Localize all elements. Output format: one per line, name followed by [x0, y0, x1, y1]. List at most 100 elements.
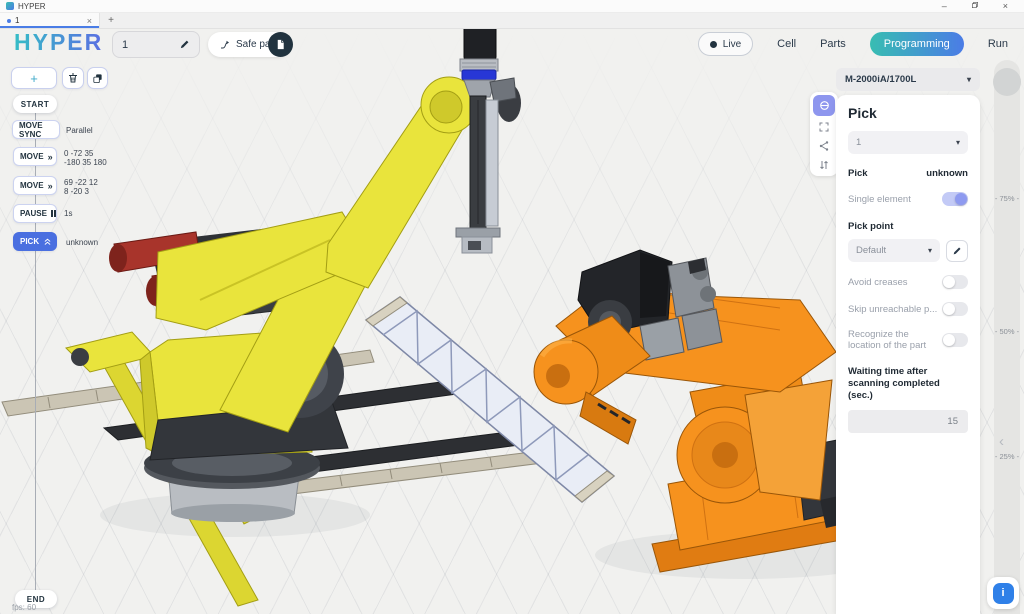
panel-tool-strip — [810, 92, 838, 176]
pencil-icon[interactable] — [179, 39, 190, 50]
tab-programming[interactable]: Programming — [870, 32, 964, 56]
tool-sort-tab[interactable] — [813, 156, 835, 173]
program-name-field[interactable]: 1 — [112, 31, 200, 58]
tab-bar: 1 × + — [0, 13, 1024, 29]
info-button[interactable]: i — [987, 577, 1019, 609]
document-tab[interactable]: 1 × — [0, 13, 100, 28]
close-icon[interactable]: × — [1003, 2, 1008, 11]
step-move-sync[interactable]: MOVE SYNC — [12, 120, 60, 139]
live-label: Live — [723, 39, 741, 50]
step-pick-meta: unknown — [66, 238, 98, 247]
step-pause-label: PAUSE — [20, 209, 47, 218]
tool-expand-tab[interactable] — [813, 118, 835, 135]
pick-number-value: 1 — [856, 137, 861, 148]
report-button[interactable] — [268, 32, 293, 57]
pencil-icon — [952, 246, 962, 256]
program-name-value: 1 — [122, 39, 128, 51]
single-element-label: Single element — [848, 194, 940, 205]
step-move-1[interactable]: MOVE » — [13, 147, 57, 166]
step-pause[interactable]: PAUSE — [13, 204, 57, 223]
double-chevron-right-icon: » — [48, 152, 53, 162]
document-icon — [275, 39, 286, 50]
hyper-logo: HYPER — [14, 29, 103, 56]
tab-run[interactable]: Run — [988, 38, 1008, 50]
robot-model-value: M-2000iA/1700L — [845, 74, 916, 85]
tool-connections-tab[interactable] — [813, 137, 835, 154]
copy-icon — [92, 73, 103, 84]
tab-label: 1 — [15, 16, 19, 25]
recognize-location-toggle[interactable] — [942, 333, 968, 347]
zoom-slider-track[interactable] — [994, 60, 1020, 614]
pause-icon — [51, 210, 57, 217]
tab-parts[interactable]: Parts — [820, 38, 846, 50]
gripper-icon — [818, 99, 831, 112]
delete-step-button[interactable] — [62, 67, 84, 89]
collapse-chevron-icon[interactable]: ‹ — [999, 434, 1004, 449]
tab-close-icon[interactable]: × — [87, 16, 92, 26]
step-move-2[interactable]: MOVE » — [13, 176, 57, 195]
robot-model-select[interactable]: M-2000iA/1700L ▾ — [836, 68, 980, 91]
window-title: HYPER — [18, 2, 46, 11]
pick-number-select[interactable]: 1 ▾ — [848, 131, 968, 154]
avoid-creases-label: Avoid creases — [848, 277, 940, 288]
waiting-time-label: Waiting time after scanning completed (s… — [848, 366, 960, 402]
avoid-creases-row: Avoid creases — [848, 275, 968, 289]
pick-status-value: unknown — [926, 168, 968, 179]
expand-icon — [818, 121, 830, 133]
step-start[interactable]: START — [13, 95, 57, 113]
pick-settings-panel: Pick 1 ▾ Pick unknown Single element Pic… — [836, 95, 980, 614]
panel-title: Pick — [848, 105, 968, 121]
trash-icon — [67, 72, 79, 84]
plus-icon: + — [30, 71, 38, 86]
vertical-tool[interactable] — [456, 16, 516, 253]
info-icon: i — [993, 583, 1014, 604]
live-dot-icon — [710, 41, 717, 48]
step-pause-meta: 1s — [64, 209, 72, 218]
chevron-down-icon: ▾ — [956, 138, 960, 147]
step-move-sync-meta: Parallel — [66, 126, 93, 135]
app-icon — [6, 2, 14, 10]
pick-point-label: Pick point — [848, 221, 968, 233]
waiting-time-input[interactable]: 15 — [848, 410, 968, 433]
step-move-sync-label: MOVE SYNC — [19, 121, 53, 139]
pick-point-select[interactable]: Default ▾ — [848, 239, 940, 262]
zoom-label-25: 25% — [990, 452, 1024, 461]
skip-unreachable-row: Skip unreachable p... — [848, 302, 968, 316]
tool-gripper-tab[interactable] — [813, 95, 835, 116]
add-step-button[interactable]: + — [11, 67, 57, 89]
single-element-toggle[interactable] — [942, 192, 968, 206]
new-tab-button[interactable]: + — [100, 13, 122, 28]
single-element-row: Single element — [848, 192, 968, 206]
step-move-2-label: MOVE — [20, 181, 44, 190]
step-move-2-meta: 69 -22 12 8 -20 3 — [64, 178, 98, 196]
duplicate-step-button[interactable] — [87, 67, 108, 89]
skip-unreachable-toggle[interactable] — [942, 302, 968, 316]
double-chevron-up-icon — [43, 237, 52, 246]
path-icon — [219, 39, 231, 51]
minimize-icon[interactable]: – — [942, 2, 947, 11]
orange-robot[interactable] — [534, 250, 882, 572]
step-pick[interactable]: PICK — [13, 232, 57, 251]
recognize-location-row: Recognize the location of the part — [848, 329, 968, 351]
maximize-icon[interactable] — [971, 1, 979, 11]
unsaved-dot-icon — [7, 19, 11, 23]
step-move-1-meta: 0 -72 35 -180 35 180 — [64, 149, 107, 167]
fps-counter: fps: 60 — [12, 603, 36, 612]
pick-point-value: Default — [856, 245, 886, 256]
zoom-slider-knob[interactable] — [993, 68, 1021, 96]
step-move-1-label: MOVE — [20, 152, 44, 161]
swap-vertical-icon — [818, 159, 830, 171]
chevron-down-icon: ▾ — [967, 75, 971, 84]
skip-unreachable-label: Skip unreachable p... — [848, 304, 940, 315]
step-start-label: START — [21, 100, 50, 109]
avoid-creases-toggle[interactable] — [942, 275, 968, 289]
edit-pick-point-button[interactable] — [946, 240, 968, 262]
window-titlebar: HYPER – × — [0, 0, 1024, 13]
pick-status-row: Pick unknown — [848, 168, 968, 179]
zoom-label-75: 75% — [990, 194, 1024, 203]
tab-cell[interactable]: Cell — [777, 38, 796, 50]
double-chevron-right-icon: » — [48, 181, 53, 191]
main-nav: Live Cell Parts Programming Run — [698, 32, 1008, 56]
recognize-location-label: Recognize the location of the part — [848, 329, 940, 351]
live-button[interactable]: Live — [698, 32, 753, 56]
